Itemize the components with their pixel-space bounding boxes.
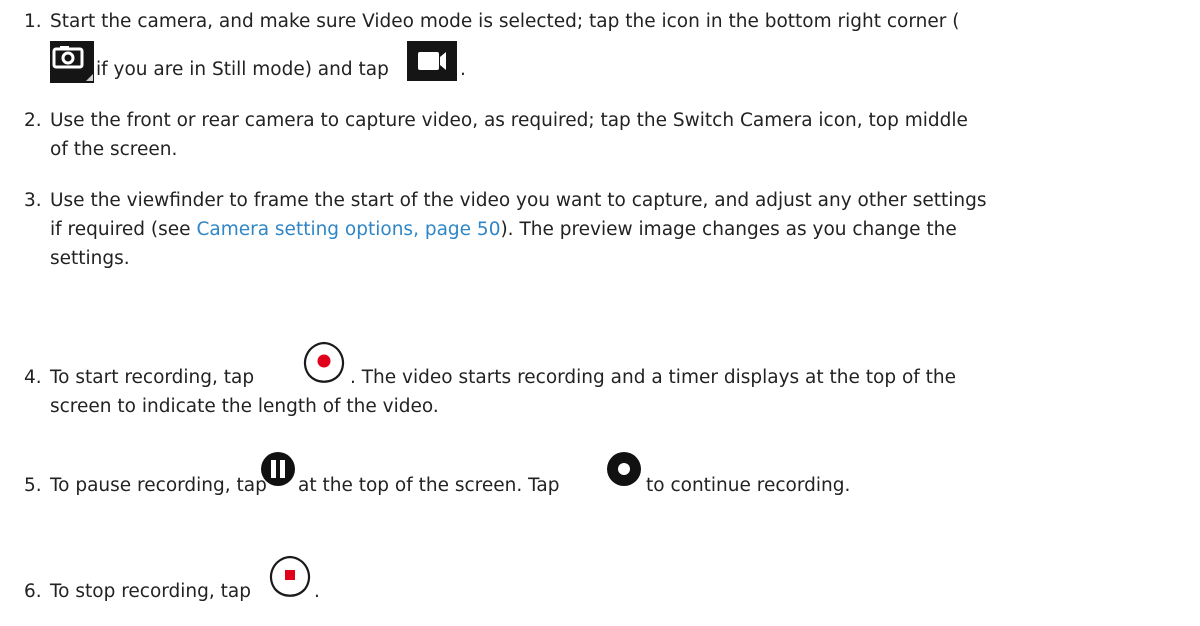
step-number: 4. bbox=[24, 367, 42, 388]
step-3-line-3: settings. bbox=[50, 248, 130, 269]
step-number: 1. bbox=[24, 11, 42, 32]
step-1-line-2b: . bbox=[460, 59, 466, 80]
step-3-text-after-link: ). The preview image changes as you chan… bbox=[500, 219, 957, 240]
step-5-line-1a: To pause recording, tap bbox=[50, 475, 267, 496]
pause-button-icon bbox=[260, 451, 296, 487]
step-4-line-2: screen to indicate the length of the vid… bbox=[50, 396, 439, 417]
record-button-icon bbox=[300, 339, 348, 387]
step-6-line-1a: To stop recording, tap bbox=[50, 581, 251, 602]
step-number: 5. bbox=[24, 475, 42, 496]
step-6-line-1b: . bbox=[314, 581, 320, 602]
step-2-line-1: Use the front or rear camera to capture … bbox=[50, 110, 968, 131]
step-5-line-1c: to continue recording. bbox=[646, 475, 851, 496]
stop-button-icon bbox=[266, 553, 314, 601]
step-4-line-1b: . The video starts recording and a timer… bbox=[350, 367, 957, 388]
step-number: 6. bbox=[24, 581, 42, 602]
step-2-line-2: of the screen. bbox=[50, 139, 178, 160]
step-3-text-before-link: if required (see bbox=[50, 219, 197, 240]
step-number: 2. bbox=[24, 110, 42, 131]
step-3-line-2: if required (see Camera setting options,… bbox=[50, 216, 957, 243]
video-camera-icon bbox=[407, 41, 457, 81]
camera-settings-link[interactable]: Camera setting options, page 50 bbox=[196, 219, 500, 240]
step-1-line-1: Start the camera, and make sure Video mo… bbox=[50, 11, 960, 32]
resume-record-icon bbox=[606, 451, 642, 487]
step-1-line-2a: if you are in Still mode) and tap bbox=[96, 59, 389, 80]
step-5-line-1b: at the top of the screen. Tap bbox=[298, 475, 560, 496]
instruction-page: 1. Start the camera, and make sure Video… bbox=[0, 0, 1200, 626]
step-3-line-1: Use the viewfinder to frame the start of… bbox=[50, 190, 987, 211]
step-4-line-1a: To start recording, tap bbox=[50, 367, 255, 388]
step-number: 3. bbox=[24, 190, 42, 211]
camera-still-mode-icon bbox=[50, 41, 94, 83]
